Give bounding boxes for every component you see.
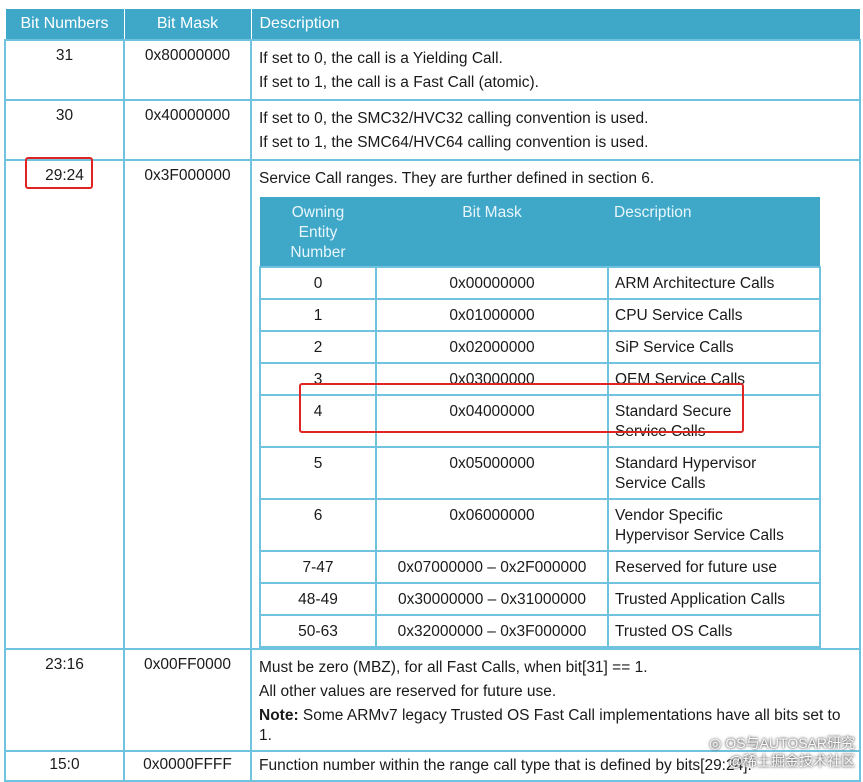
description-line: If set to 1, the call is a Fast Call (at… bbox=[259, 74, 539, 91]
inner-description-cell: ARM Architecture Calls bbox=[607, 266, 821, 300]
owning-entity-cell: 5 bbox=[259, 446, 377, 500]
table-row: 30 0x40000000 If set to 0, the SMC32/HVC… bbox=[4, 99, 861, 161]
inner-bit-mask-cell: 0x05000000 bbox=[375, 446, 609, 500]
header-bit-numbers: Bit Numbers bbox=[4, 8, 125, 41]
owning-entity-cell: 4 bbox=[259, 394, 377, 448]
watermark: ◎ OS与AUTOSAR研究 @稀土掘金技术社区 bbox=[709, 734, 855, 770]
inner-table-row: 48-49 0x30000000 – 0x31000000 Trusted Ap… bbox=[259, 582, 821, 616]
inner-bit-mask-cell: 0x32000000 – 0x3F000000 bbox=[375, 614, 609, 648]
owning-entity-cell: 1 bbox=[259, 298, 377, 332]
inner-table-row: 50-63 0x32000000 – 0x3F000000 Trusted OS… bbox=[259, 614, 821, 648]
table-row: 31 0x80000000 If set to 0, the call is a… bbox=[4, 39, 861, 101]
inner-bit-mask-cell: 0x01000000 bbox=[375, 298, 609, 332]
inner-table-row: 1 0x01000000 CPU Service Calls bbox=[259, 298, 821, 332]
inner-header-text: Owning bbox=[291, 204, 345, 221]
inner-table-row: 6 0x06000000 Vendor Specific Hypervisor … bbox=[259, 498, 821, 552]
bit-numbers-cell: 30 bbox=[4, 99, 125, 161]
description-line: All other values are reserved for future… bbox=[259, 683, 557, 700]
inner-table-row: 2 0x02000000 SiP Service Calls bbox=[259, 330, 821, 364]
bit-numbers-cell: 29:24 bbox=[4, 159, 125, 650]
bit-mask-cell: 0x0000FFFF bbox=[123, 750, 252, 782]
watermark-line: ◎ OS与AUTOSAR研究 bbox=[709, 734, 855, 752]
wechat-icon: ◎ bbox=[709, 735, 722, 751]
smc-function-id-table: Bit Numbers Bit Mask Description 31 0x80… bbox=[4, 8, 861, 782]
inner-table-row: 0 0x00000000 ARM Architecture Calls bbox=[259, 266, 821, 300]
header-description: Description bbox=[250, 8, 861, 41]
owning-entity-cell: 50-63 bbox=[259, 614, 377, 648]
inner-bit-mask-cell: 0x00000000 bbox=[375, 266, 609, 300]
inner-description-cell: Standard Secure Service Calls bbox=[607, 394, 821, 448]
inner-description-line: Hypervisor Service Calls bbox=[615, 527, 784, 544]
description-line: If set to 0, the SMC32/HVC32 calling con… bbox=[259, 110, 649, 127]
owning-entity-cell: 0 bbox=[259, 266, 377, 300]
description-cell: Service Call ranges. They are further de… bbox=[250, 159, 861, 650]
watermark-line: @稀土掘金技术社区 bbox=[728, 753, 855, 769]
header-bit-mask: Bit Mask bbox=[123, 8, 252, 41]
inner-bit-mask-cell: 0x03000000 bbox=[375, 362, 609, 396]
bit-numbers-cell: 31 bbox=[4, 39, 125, 101]
inner-table-row: 4 0x04000000 Standard Secure Service Cal… bbox=[259, 394, 821, 448]
inner-description-cell: CPU Service Calls bbox=[607, 298, 821, 332]
owning-entity-cell: 7-47 bbox=[259, 550, 377, 584]
inner-header-description: Description bbox=[608, 197, 820, 267]
owning-entity-cell: 6 bbox=[259, 498, 377, 552]
service-call-ranges-table: Owning Entity Number Bit Mask Descriptio… bbox=[259, 197, 821, 648]
description-line: Must be zero (MBZ), for all Fast Calls, … bbox=[259, 659, 648, 676]
inner-bit-mask-cell: 0x06000000 bbox=[375, 498, 609, 552]
description-line: If set to 1, the SMC64/HVC64 calling con… bbox=[259, 134, 649, 151]
inner-description-cell: Standard Hypervisor Service Calls bbox=[607, 446, 821, 500]
inner-description-cell: Vendor Specific Hypervisor Service Calls bbox=[607, 498, 821, 552]
owning-entity-cell: 48-49 bbox=[259, 582, 377, 616]
inner-table-row: 7-47 0x07000000 – 0x2F000000 Reserved fo… bbox=[259, 550, 821, 584]
inner-description-cell: OEM Service Calls bbox=[607, 362, 821, 396]
inner-description-line: Service Calls bbox=[615, 423, 706, 440]
bit-mask-cell: 0x40000000 bbox=[123, 99, 252, 161]
description-cell: If set to 0, the SMC32/HVC32 calling con… bbox=[250, 99, 861, 161]
owning-entity-cell: 2 bbox=[259, 330, 377, 364]
bit-mask-cell: 0x80000000 bbox=[123, 39, 252, 101]
inner-description-cell: Trusted Application Calls bbox=[607, 582, 821, 616]
inner-table-row: 3 0x03000000 OEM Service Calls bbox=[259, 362, 821, 396]
inner-bit-mask-cell: 0x30000000 – 0x31000000 bbox=[375, 582, 609, 616]
table-row: 29:24 0x3F000000 Service Call ranges. Th… bbox=[4, 159, 861, 650]
inner-header-bit-mask: Bit Mask bbox=[376, 197, 608, 267]
inner-header-owning-entity: Owning Entity Number bbox=[260, 197, 376, 267]
inner-description-cell: SiP Service Calls bbox=[607, 330, 821, 364]
inner-header-row: Owning Entity Number Bit Mask Descriptio… bbox=[260, 197, 820, 267]
inner-description-cell: Reserved for future use bbox=[607, 550, 821, 584]
inner-description-line: Vendor Specific bbox=[615, 507, 723, 524]
bit-numbers-cell: 23:16 bbox=[4, 648, 125, 752]
header-row: Bit Numbers Bit Mask Description bbox=[4, 8, 861, 41]
inner-table-row: 5 0x05000000 Standard Hypervisor Service… bbox=[259, 446, 821, 500]
inner-header-text: Entity bbox=[298, 224, 338, 241]
inner-header-text: Number bbox=[290, 244, 346, 261]
bit-mask-cell: 0x3F000000 bbox=[123, 159, 252, 650]
description-cell: If set to 0, the call is a Yielding Call… bbox=[250, 39, 861, 101]
bit-numbers-cell: 15:0 bbox=[4, 750, 125, 782]
note-label: Note: bbox=[259, 707, 299, 724]
inner-description-line: Service Calls bbox=[615, 475, 706, 492]
inner-description-line: Standard Secure bbox=[615, 403, 732, 420]
inner-description-cell: Trusted OS Calls bbox=[607, 614, 821, 648]
inner-bit-mask-cell: 0x07000000 – 0x2F000000 bbox=[375, 550, 609, 584]
inner-bit-mask-cell: 0x02000000 bbox=[375, 330, 609, 364]
owning-entity-cell: 3 bbox=[259, 362, 377, 396]
inner-description-line: Standard Hypervisor bbox=[615, 455, 757, 472]
description-line: If set to 0, the call is a Yielding Call… bbox=[259, 50, 503, 67]
description-line: Service Call ranges. They are further de… bbox=[259, 170, 655, 187]
inner-bit-mask-cell: 0x04000000 bbox=[375, 394, 609, 448]
watermark-text: OS与AUTOSAR研究 bbox=[725, 735, 855, 751]
bit-mask-cell: 0x00FF0000 bbox=[123, 648, 252, 752]
